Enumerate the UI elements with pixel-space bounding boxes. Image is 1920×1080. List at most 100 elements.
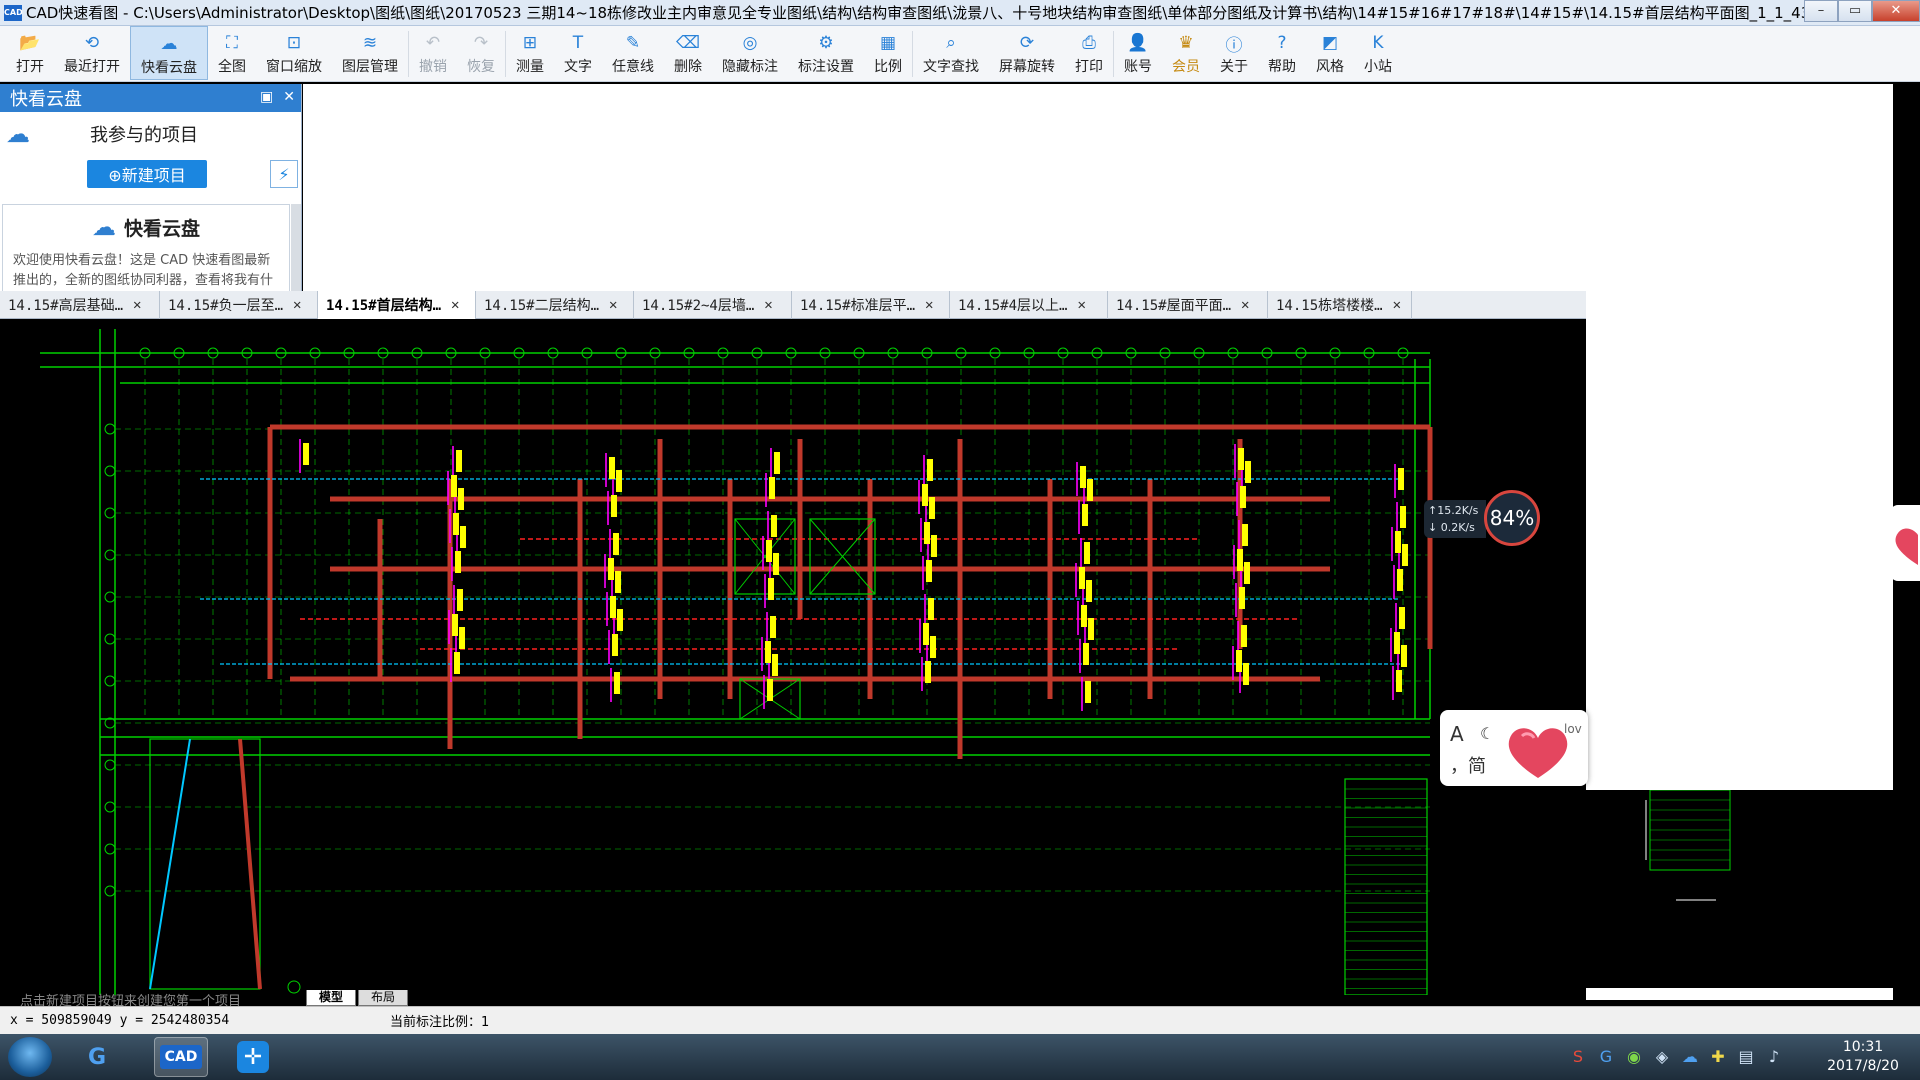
annotation-text-block (457, 589, 463, 611)
tab-close-icon[interactable]: ✕ (925, 297, 933, 313)
tray-network-icon[interactable]: ▤ (1736, 1046, 1756, 1066)
taskbar-tool-icon[interactable]: ✛ (226, 1037, 280, 1077)
panel-float-icon[interactable]: ▣ (260, 89, 273, 105)
tray-sogou-icon[interactable]: S (1568, 1046, 1588, 1066)
tab-model[interactable]: 模型 (306, 990, 357, 1006)
minimize-button[interactable]: – (1804, 0, 1838, 22)
drawing-tab[interactable]: 14.15#屋面平面… ✕ (1108, 291, 1268, 319)
heart-icon (1895, 528, 1918, 565)
edge-widget[interactable] (1890, 505, 1920, 581)
axis-bubble (104, 423, 116, 435)
my-projects-row[interactable]: ☁ 我参与的项目 (0, 112, 301, 156)
toolbar-button-cloud[interactable]: ☁ 快看云盘 (130, 26, 208, 80)
toolbar-button-annotation-settings[interactable]: ⚙ 标注设置 (788, 26, 864, 80)
tray-cloud-icon[interactable]: ☁ (1680, 1046, 1700, 1066)
panel-scrollbar[interactable] (291, 204, 301, 292)
cloud-panel-header: 快看云盘 ▣ ✕ (0, 84, 301, 112)
tray-wechat-icon[interactable]: ◉ (1624, 1046, 1644, 1066)
toolbar-button-layers[interactable]: ≋ 图层管理 (332, 26, 408, 80)
start-button[interactable] (8, 1037, 52, 1077)
toolbar-button-text-search[interactable]: ⌕ 文字查找 (913, 26, 989, 80)
tab-close-icon[interactable]: ✕ (451, 297, 459, 313)
toolbar-label: 测量 (516, 59, 544, 75)
tab-close-icon[interactable]: ✕ (293, 297, 301, 313)
ime-simplified[interactable]: ，简 (1450, 752, 1486, 778)
tray-volume-icon[interactable]: ♪ (1764, 1046, 1784, 1066)
toolbar-label: 关于 (1220, 59, 1248, 75)
drawing-tab[interactable]: 14.15#负一层至… ✕ (160, 291, 318, 319)
toolbar-button-window-zoom[interactable]: ⊡ 窗口缩放 (256, 26, 332, 80)
tab-layout[interactable]: 布局 (358, 990, 409, 1006)
ramp-edge (149, 738, 191, 990)
toolbar-button-eraser[interactable]: ⌫ 删除 (664, 26, 712, 80)
maximize-button[interactable]: ▭ (1838, 0, 1872, 22)
ime-widget[interactable]: A ☾ ，简 lov (1440, 710, 1588, 786)
drawing-tab[interactable]: 14.15#标准层平… ✕ (792, 291, 950, 319)
toolbar-button-info[interactable]: ⓘ 关于 (1210, 26, 1258, 80)
ime-love-text: lov (1564, 722, 1582, 736)
net-speed-widget[interactable]: ↑15.2K/s ↓ 0.2K/s 84% (1424, 490, 1542, 546)
drawing-canvas-side[interactable] (1586, 789, 1893, 988)
annotation-text-block (1238, 448, 1244, 470)
toolbar-button-help[interactable]: ? 帮助 (1258, 26, 1306, 80)
toolbar-button-vip[interactable]: ♛ 会员 (1162, 26, 1210, 80)
memory-percent: 84% (1484, 490, 1540, 546)
toolbar-label: 会员 (1172, 59, 1200, 75)
toolbar-button-style[interactable]: ◩ 风格 (1306, 26, 1354, 80)
drawing-tab[interactable]: 14.15#4层以上… ✕ (950, 291, 1108, 319)
annotation-text-block (1397, 569, 1403, 591)
tab-close-icon[interactable]: ✕ (1393, 297, 1401, 313)
toolbar-label: 图层管理 (342, 59, 398, 75)
tab-close-icon[interactable]: ✕ (764, 297, 772, 313)
close-button[interactable]: ✕ (1872, 0, 1920, 22)
toolbar-button-measure[interactable]: ⊞ 测量 (506, 26, 554, 80)
toolbar-button-history[interactable]: ⟲ 最近打开 (54, 26, 130, 80)
toolbar-button-eye-hide[interactable]: ◎ 隐藏标注 (712, 26, 788, 80)
tray-g-icon[interactable]: G (1596, 1046, 1616, 1066)
toolbar-label: 撤销 (419, 59, 447, 75)
annotation-settings-icon: ⚙ (818, 33, 834, 53)
tab-close-icon[interactable]: ✕ (1241, 297, 1249, 313)
drawing-tab[interactable]: 14.15#高层基础… ✕ (0, 291, 160, 319)
empty-view-area (303, 84, 1893, 293)
tab-close-icon[interactable]: ✕ (133, 297, 141, 313)
toolbar-button-text[interactable]: T 文字 (554, 26, 602, 80)
toolbar-button-rotate-screen[interactable]: ⟳ 屏幕旋转 (989, 26, 1065, 80)
toolbar-button-redo[interactable]: ↷ 恢复 (457, 26, 505, 80)
tray-plus-icon[interactable]: ✚ (1708, 1046, 1728, 1066)
cloud-icon: ☁ (6, 120, 30, 148)
tab-close-icon[interactable]: ✕ (1077, 297, 1085, 313)
site-icon: K (1372, 33, 1384, 53)
annotation-text-block (608, 558, 614, 580)
drawing-tab[interactable]: 14.15#二层结构… ✕ (476, 291, 634, 319)
drawing-tab[interactable]: 14.15栋塔楼楼… ✕ (1268, 291, 1412, 319)
tray-shield-icon[interactable]: ◈ (1652, 1046, 1672, 1066)
toolbar-button-scale[interactable]: ▦ 比例 (864, 26, 912, 80)
annotation-text-block (1244, 562, 1250, 584)
annotation-text-block (774, 452, 780, 474)
toolbar-button-user[interactable]: 👤 账号 (1114, 26, 1162, 80)
taskbar-cad-icon[interactable]: CAD (154, 1037, 208, 1077)
clock[interactable]: 10:31 2017/8/20 (1818, 1038, 1908, 1076)
toolbar-button-site[interactable]: K 小站 (1354, 26, 1402, 80)
annotation-text-block (617, 609, 623, 631)
drawing-canvas[interactable] (0, 319, 1586, 995)
ime-letter[interactable]: A (1450, 722, 1464, 746)
sync-icon[interactable]: ⚡ (270, 160, 298, 188)
tab-close-icon[interactable]: ✕ (609, 297, 617, 313)
toolbar-button-undo[interactable]: ↶ 撤销 (409, 26, 457, 80)
annotation-text-block (931, 535, 937, 557)
panel-close-icon[interactable]: ✕ (283, 89, 295, 105)
drawing-tab[interactable]: 14.15#2~4层墙… ✕ (634, 291, 792, 319)
folder-open-icon: 📂 (19, 33, 41, 53)
drawing-tab[interactable]: 14.15#首层结构… ✕ (318, 291, 476, 319)
toolbar-button-folder-open[interactable]: 📂 打开 (6, 26, 54, 80)
toolbar-button-pencil[interactable]: ✎ 任意线 (602, 26, 664, 80)
toolbar-button-fit-all[interactable]: ⛶ 全图 (208, 26, 256, 80)
new-project-button[interactable]: ⊕新建项目 (87, 160, 207, 188)
taskbar-browser-icon[interactable]: G (70, 1037, 124, 1077)
toolbar-label: 文字查找 (923, 59, 979, 75)
annotation-text-block (460, 526, 466, 548)
toolbar-button-printer[interactable]: ⎙ 打印 (1065, 26, 1113, 80)
moon-icon[interactable]: ☾ (1480, 724, 1494, 743)
